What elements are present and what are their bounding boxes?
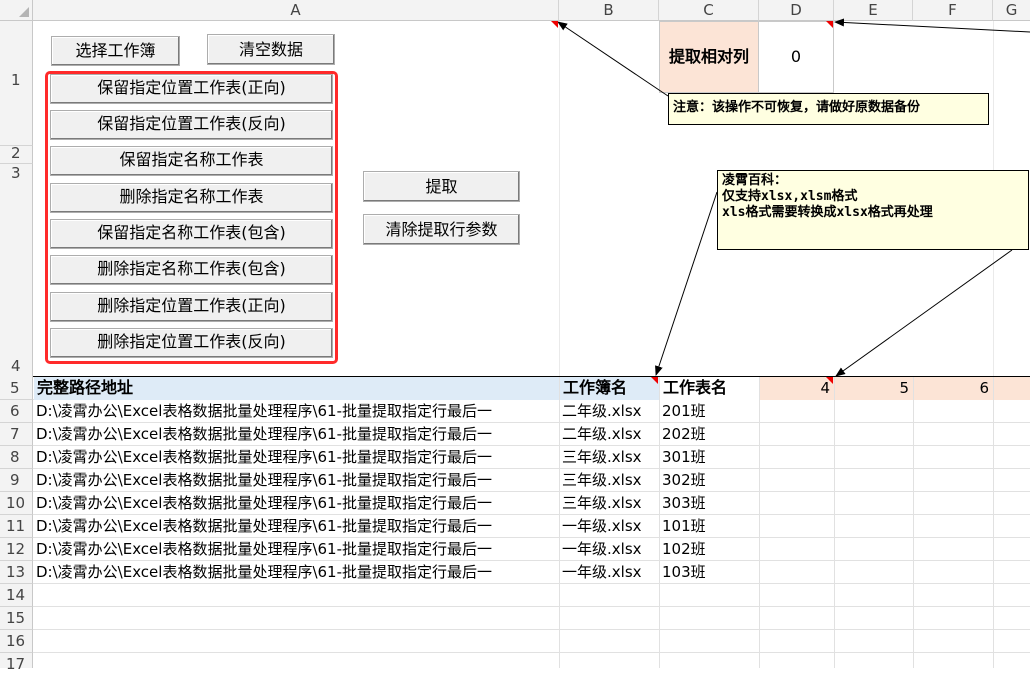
header-f5-cell[interactable]: 6 (914, 377, 993, 400)
workbook-cell[interactable]: 三年级.xlsx (562, 469, 659, 492)
workbook-cell[interactable]: 一年级.xlsx (562, 515, 659, 538)
comment-indicator (551, 21, 558, 28)
header-path-cell[interactable]: 完整路径地址 (34, 377, 559, 400)
header-e5-cell[interactable]: 5 (835, 377, 913, 400)
sheet-cell[interactable]: 303班 (662, 492, 759, 515)
workbook-cell[interactable]: 三年级.xlsx (562, 446, 659, 469)
workbook-cell[interactable]: 一年级.xlsx (562, 538, 659, 561)
sheet-cell[interactable]: 101班 (662, 515, 759, 538)
comment-indicator (826, 21, 833, 28)
path-cell[interactable]: D:\凌霄办公\Excel表格数据批量处理程序\61-批量提取指定行最后一 (36, 538, 559, 561)
header-sheet-cell[interactable]: 工作表名 (660, 377, 759, 400)
comment-indicator (651, 377, 658, 384)
header-workbook-cell[interactable]: 工作簿名 (560, 377, 659, 400)
path-cell[interactable]: D:\凌霄办公\Excel表格数据批量处理程序\61-批量提取指定行最后一 (36, 446, 559, 469)
path-cell[interactable]: D:\凌霄办公\Excel表格数据批量处理程序\61-批量提取指定行最后一 (36, 469, 559, 492)
header-d5-cell[interactable]: 4 (760, 377, 834, 400)
path-cell[interactable]: D:\凌霄办公\Excel表格数据批量处理程序\61-批量提取指定行最后一 (36, 561, 559, 584)
workbook-cell[interactable]: 三年级.xlsx (562, 492, 659, 515)
comment-indicator (826, 377, 833, 384)
path-cell[interactable]: D:\凌霄办公\Excel表格数据批量处理程序\61-批量提取指定行最后一 (36, 515, 559, 538)
sheet-cell[interactable]: 201班 (662, 400, 759, 423)
path-cell[interactable]: D:\凌霄办公\Excel表格数据批量处理程序\61-批量提取指定行最后一 (36, 400, 559, 423)
workbook-cell[interactable]: 一年级.xlsx (562, 561, 659, 584)
sheet-cell[interactable]: 102班 (662, 538, 759, 561)
sheet-cell[interactable]: 103班 (662, 561, 759, 584)
sheet-cell[interactable]: 202班 (662, 423, 759, 446)
path-cell[interactable]: D:\凌霄办公\Excel表格数据批量处理程序\61-批量提取指定行最后一 (36, 492, 559, 515)
workbook-cell[interactable]: 二年级.xlsx (562, 400, 659, 423)
path-cell[interactable]: D:\凌霄办公\Excel表格数据批量处理程序\61-批量提取指定行最后一 (36, 423, 559, 446)
sheet-cell[interactable]: 301班 (662, 446, 759, 469)
header-g5-cell[interactable] (994, 377, 1030, 400)
workbook-cell[interactable]: 二年级.xlsx (562, 423, 659, 446)
sheet-cell[interactable]: 302班 (662, 469, 759, 492)
